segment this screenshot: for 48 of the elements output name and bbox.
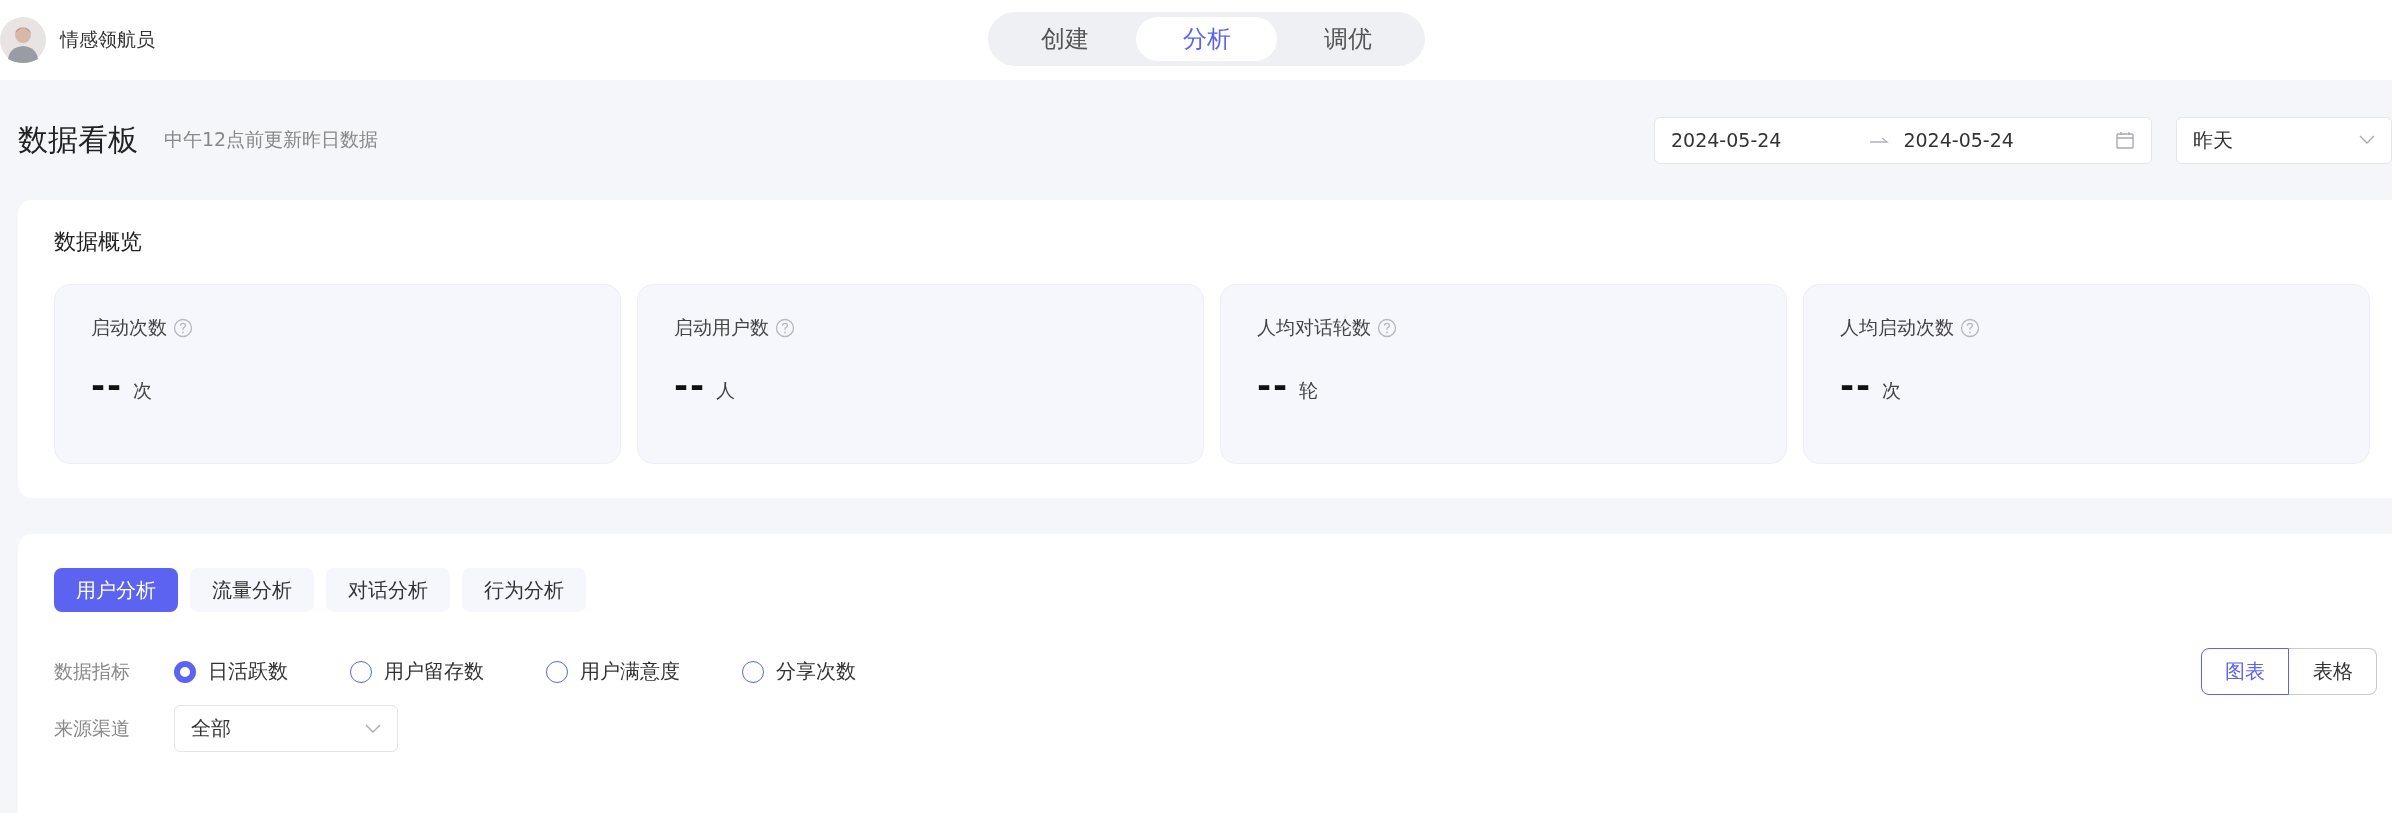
- radio-button[interactable]: [350, 660, 372, 683]
- radio-label: 分享次数: [776, 658, 856, 685]
- page-subtitle: 中午12点前更新昨日数据: [164, 127, 379, 152]
- metric-label: 人均启动次数: [1840, 315, 1954, 340]
- metric-label: 启动用户数: [674, 315, 769, 340]
- metric-label: 启动次数: [91, 315, 167, 340]
- app-name: 情感领航员: [60, 27, 155, 52]
- start-date: 2024-05-24: [1671, 129, 1782, 151]
- radio-button[interactable]: [174, 660, 196, 683]
- metric-filter-label: 数据指标: [54, 658, 131, 684]
- metric-radio[interactable]: 用户满意度: [546, 658, 680, 685]
- metric-unit: 次: [1882, 378, 1902, 403]
- chevron-down-icon: [365, 723, 381, 734]
- nav-tab[interactable]: 调优: [1277, 17, 1419, 61]
- metric-radio[interactable]: 日活跃数: [174, 658, 288, 685]
- analysis-tab[interactable]: 对话分析: [326, 568, 450, 612]
- nav-tab[interactable]: 分析: [1135, 17, 1278, 61]
- metric-value: --: [1257, 365, 1290, 405]
- analysis-tab[interactable]: 流量分析: [190, 568, 314, 612]
- radio-button[interactable]: [546, 660, 568, 683]
- range-select[interactable]: 昨天: [2176, 116, 2392, 164]
- avatar-icon: [0, 17, 46, 63]
- analysis-tab[interactable]: 用户分析: [54, 568, 178, 612]
- channel-select[interactable]: 全部: [174, 705, 398, 752]
- calendar-icon: [2115, 130, 2135, 150]
- radio-label: 日活跃数: [208, 658, 288, 685]
- radio-label: 用户留存数: [384, 658, 484, 685]
- end-date: 2024-05-24: [1903, 129, 2014, 151]
- metric-radio[interactable]: 用户留存数: [350, 658, 484, 685]
- nav-tab[interactable]: 创建: [994, 17, 1136, 61]
- page-title: 数据看板: [18, 120, 138, 159]
- section-title: 数据概览: [54, 228, 143, 256]
- view-toggle-button[interactable]: 图表: [2201, 648, 2289, 695]
- metric-label: 人均对话轮数: [1257, 315, 1371, 340]
- radio-button[interactable]: [742, 660, 764, 683]
- metric-value: --: [674, 365, 707, 405]
- analysis-tab[interactable]: 行为分析: [462, 568, 586, 612]
- metric-value: --: [1840, 365, 1873, 405]
- view-toggle-button[interactable]: 表格: [2289, 648, 2377, 695]
- metric-unit: 轮: [1299, 378, 1319, 403]
- metric-unit: 人: [716, 378, 736, 403]
- channel-filter-label: 来源渠道: [54, 715, 131, 741]
- date-range-field[interactable]: 2024-05-24 2024-05-24: [1654, 116, 2152, 164]
- metric-unit: 次: [133, 378, 153, 403]
- radio-label: 用户满意度: [580, 658, 680, 685]
- metric-value: --: [91, 365, 124, 405]
- chevron-down-icon: [2359, 135, 2375, 145]
- metric-radio[interactable]: 分享次数: [742, 658, 856, 685]
